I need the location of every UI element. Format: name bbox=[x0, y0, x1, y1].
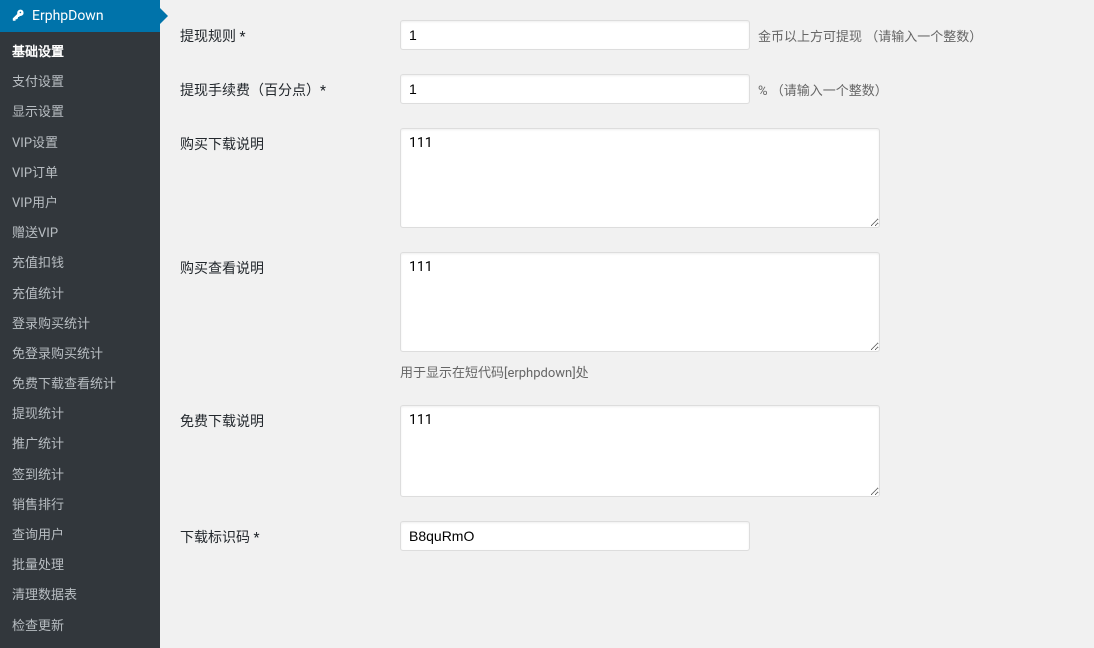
sidebar-item-payment-settings[interactable]: 支付设置 bbox=[0, 68, 160, 98]
sidebar-item-free-download-view-stats[interactable]: 免费下载查看统计 bbox=[0, 370, 160, 400]
sidebar-header[interactable]: ErphpDown bbox=[0, 0, 160, 32]
sidebar-item-login-purchase-stats[interactable]: 登录购买统计 bbox=[0, 310, 160, 340]
sidebar-item-batch-process[interactable]: 批量处理 bbox=[0, 551, 160, 581]
sidebar-item-recharge-deduct[interactable]: 充值扣钱 bbox=[0, 249, 160, 279]
buy-download-desc-textarea[interactable] bbox=[400, 128, 880, 228]
key-icon bbox=[10, 8, 26, 24]
sidebar-item-checkin-stats[interactable]: 签到统计 bbox=[0, 461, 160, 491]
withdraw-rule-input[interactable] bbox=[400, 20, 750, 50]
sidebar-item-query-user[interactable]: 查询用户 bbox=[0, 521, 160, 551]
sidebar-item-sales-ranking[interactable]: 销售排行 bbox=[0, 491, 160, 521]
download-code-input[interactable] bbox=[400, 521, 750, 551]
label-buy-view-desc: 购买查看说明 bbox=[180, 252, 400, 278]
row-withdraw-rule: 提现规则 * 金币以上方可提现 （请输入一个整数） bbox=[180, 20, 1074, 50]
main-content: 提现规则 * 金币以上方可提现 （请输入一个整数） 提现手续费（百分点）* % … bbox=[160, 0, 1094, 629]
label-withdraw-rule: 提现规则 * bbox=[180, 20, 400, 46]
label-download-code: 下载标识码 * bbox=[180, 521, 400, 547]
sidebar-item-vip-users[interactable]: VIP用户 bbox=[0, 189, 160, 219]
sidebar-item-vip-orders[interactable]: VIP订单 bbox=[0, 159, 160, 189]
sidebar-item-gift-vip[interactable]: 赠送VIP bbox=[0, 219, 160, 249]
sidebar-item-vip-settings[interactable]: VIP设置 bbox=[0, 129, 160, 159]
withdraw-fee-input[interactable] bbox=[400, 74, 750, 104]
sidebar-item-clean-tables[interactable]: 清理数据表 bbox=[0, 581, 160, 611]
row-buy-view-desc: 购买查看说明 用于显示在短代码[erphpdown]处 bbox=[180, 252, 1074, 381]
row-free-download-desc: 免费下载说明 bbox=[180, 405, 1074, 497]
buy-view-desc-hint: 用于显示在短代码[erphpdown]处 bbox=[400, 362, 1074, 381]
free-download-desc-textarea[interactable] bbox=[400, 405, 880, 497]
withdraw-rule-hint: 金币以上方可提现 （请输入一个整数） bbox=[758, 26, 982, 45]
row-buy-download-desc: 购买下载说明 bbox=[180, 128, 1074, 228]
sidebar-submenu: 基础设置 支付设置 显示设置 VIP设置 VIP订单 VIP用户 赠送VIP 充… bbox=[0, 32, 160, 648]
sidebar: ErphpDown 基础设置 支付设置 显示设置 VIP设置 VIP订单 VIP… bbox=[0, 0, 160, 629]
sidebar-item-display-settings[interactable]: 显示设置 bbox=[0, 98, 160, 128]
buy-view-desc-textarea[interactable] bbox=[400, 252, 880, 352]
sidebar-item-recharge-stats[interactable]: 充值统计 bbox=[0, 280, 160, 310]
row-download-code: 下载标识码 * bbox=[180, 521, 1074, 551]
label-free-download-desc: 免费下载说明 bbox=[180, 405, 400, 431]
sidebar-item-withdraw-stats[interactable]: 提现统计 bbox=[0, 400, 160, 430]
sidebar-item-basic-settings[interactable]: 基础设置 bbox=[0, 38, 160, 68]
label-buy-download-desc: 购买下载说明 bbox=[180, 128, 400, 154]
row-withdraw-fee: 提现手续费（百分点）* % （请输入一个整数） bbox=[180, 74, 1074, 104]
sidebar-item-promotion-stats[interactable]: 推广统计 bbox=[0, 430, 160, 460]
label-withdraw-fee: 提现手续费（百分点）* bbox=[180, 74, 400, 100]
sidebar-item-check-update[interactable]: 检查更新 bbox=[0, 612, 160, 642]
sidebar-header-label: ErphpDown bbox=[32, 8, 104, 24]
sidebar-item-guest-purchase-stats[interactable]: 免登录购买统计 bbox=[0, 340, 160, 370]
withdraw-fee-hint: % （请输入一个整数） bbox=[758, 80, 888, 99]
